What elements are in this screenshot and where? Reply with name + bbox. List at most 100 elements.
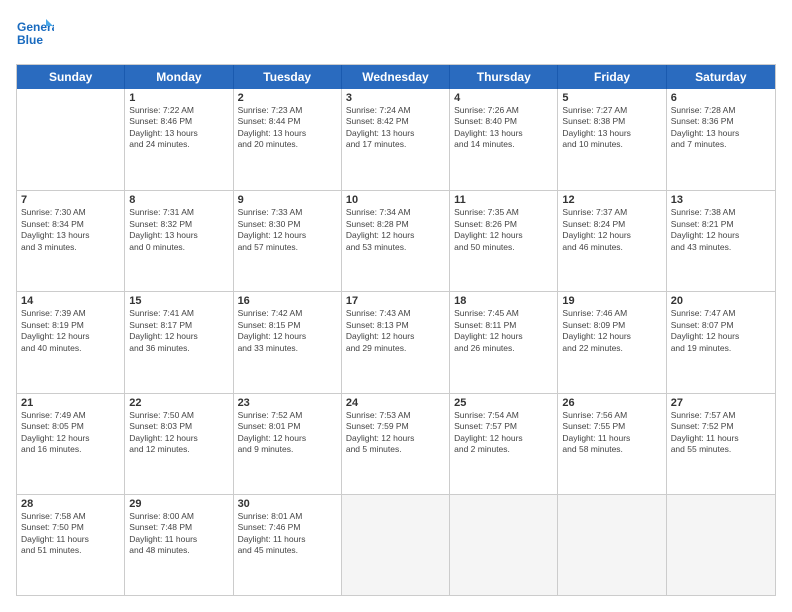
day-number: 23 bbox=[238, 397, 337, 409]
day-number: 30 bbox=[238, 498, 337, 510]
calendar-cell: 21Sunrise: 7:49 AM Sunset: 8:05 PM Dayli… bbox=[17, 394, 125, 494]
day-number: 7 bbox=[21, 194, 120, 206]
header-day-saturday: Saturday bbox=[667, 65, 775, 89]
day-number: 15 bbox=[129, 295, 228, 307]
calendar-cell: 23Sunrise: 7:52 AM Sunset: 8:01 PM Dayli… bbox=[234, 394, 342, 494]
calendar-cell: 20Sunrise: 7:47 AM Sunset: 8:07 PM Dayli… bbox=[667, 292, 775, 392]
svg-text:Blue: Blue bbox=[17, 33, 43, 47]
day-number: 6 bbox=[671, 92, 771, 104]
calendar-cell: 3Sunrise: 7:24 AM Sunset: 8:42 PM Daylig… bbox=[342, 89, 450, 190]
day-number: 13 bbox=[671, 194, 771, 206]
calendar-cell: 15Sunrise: 7:41 AM Sunset: 8:17 PM Dayli… bbox=[125, 292, 233, 392]
day-info: Sunrise: 7:33 AM Sunset: 8:30 PM Dayligh… bbox=[238, 207, 337, 253]
day-info: Sunrise: 7:24 AM Sunset: 8:42 PM Dayligh… bbox=[346, 105, 445, 151]
day-number: 26 bbox=[562, 397, 661, 409]
day-info: Sunrise: 8:01 AM Sunset: 7:46 PM Dayligh… bbox=[238, 511, 337, 557]
day-number: 20 bbox=[671, 295, 771, 307]
calendar-cell: 1Sunrise: 7:22 AM Sunset: 8:46 PM Daylig… bbox=[125, 89, 233, 190]
day-number: 11 bbox=[454, 194, 553, 206]
calendar-row-5: 28Sunrise: 7:58 AM Sunset: 7:50 PM Dayli… bbox=[17, 494, 775, 595]
header: General Blue bbox=[16, 16, 776, 54]
day-info: Sunrise: 7:31 AM Sunset: 8:32 PM Dayligh… bbox=[129, 207, 228, 253]
header-day-friday: Friday bbox=[558, 65, 666, 89]
calendar-cell: 28Sunrise: 7:58 AM Sunset: 7:50 PM Dayli… bbox=[17, 495, 125, 595]
logo-graphic: General Blue bbox=[16, 16, 54, 54]
day-number: 21 bbox=[21, 397, 120, 409]
day-number: 24 bbox=[346, 397, 445, 409]
calendar-cell: 12Sunrise: 7:37 AM Sunset: 8:24 PM Dayli… bbox=[558, 191, 666, 291]
calendar-cell: 2Sunrise: 7:23 AM Sunset: 8:44 PM Daylig… bbox=[234, 89, 342, 190]
page: General Blue SundayMondayTuesdayWednesda… bbox=[0, 0, 792, 612]
day-number: 27 bbox=[671, 397, 771, 409]
day-info: Sunrise: 7:27 AM Sunset: 8:38 PM Dayligh… bbox=[562, 105, 661, 151]
day-info: Sunrise: 7:50 AM Sunset: 8:03 PM Dayligh… bbox=[129, 410, 228, 456]
day-info: Sunrise: 7:30 AM Sunset: 8:34 PM Dayligh… bbox=[21, 207, 120, 253]
calendar-row-2: 7Sunrise: 7:30 AM Sunset: 8:34 PM Daylig… bbox=[17, 190, 775, 291]
calendar-cell: 22Sunrise: 7:50 AM Sunset: 8:03 PM Dayli… bbox=[125, 394, 233, 494]
day-number: 3 bbox=[346, 92, 445, 104]
day-info: Sunrise: 7:26 AM Sunset: 8:40 PM Dayligh… bbox=[454, 105, 553, 151]
day-info: Sunrise: 7:41 AM Sunset: 8:17 PM Dayligh… bbox=[129, 308, 228, 354]
header-day-tuesday: Tuesday bbox=[234, 65, 342, 89]
day-info: Sunrise: 7:53 AM Sunset: 7:59 PM Dayligh… bbox=[346, 410, 445, 456]
day-info: Sunrise: 7:43 AM Sunset: 8:13 PM Dayligh… bbox=[346, 308, 445, 354]
day-info: Sunrise: 7:58 AM Sunset: 7:50 PM Dayligh… bbox=[21, 511, 120, 557]
day-info: Sunrise: 7:35 AM Sunset: 8:26 PM Dayligh… bbox=[454, 207, 553, 253]
calendar-cell: 26Sunrise: 7:56 AM Sunset: 7:55 PM Dayli… bbox=[558, 394, 666, 494]
day-info: Sunrise: 7:22 AM Sunset: 8:46 PM Dayligh… bbox=[129, 105, 228, 151]
day-number: 22 bbox=[129, 397, 228, 409]
calendar-cell: 19Sunrise: 7:46 AM Sunset: 8:09 PM Dayli… bbox=[558, 292, 666, 392]
day-info: Sunrise: 7:45 AM Sunset: 8:11 PM Dayligh… bbox=[454, 308, 553, 354]
header-day-sunday: Sunday bbox=[17, 65, 125, 89]
calendar-cell: 6Sunrise: 7:28 AM Sunset: 8:36 PM Daylig… bbox=[667, 89, 775, 190]
day-info: Sunrise: 7:56 AM Sunset: 7:55 PM Dayligh… bbox=[562, 410, 661, 456]
day-number: 5 bbox=[562, 92, 661, 104]
day-number: 4 bbox=[454, 92, 553, 104]
calendar-cell: 24Sunrise: 7:53 AM Sunset: 7:59 PM Dayli… bbox=[342, 394, 450, 494]
logo: General Blue bbox=[16, 16, 54, 54]
day-info: Sunrise: 7:46 AM Sunset: 8:09 PM Dayligh… bbox=[562, 308, 661, 354]
day-info: Sunrise: 7:38 AM Sunset: 8:21 PM Dayligh… bbox=[671, 207, 771, 253]
day-number: 2 bbox=[238, 92, 337, 104]
day-number: 12 bbox=[562, 194, 661, 206]
calendar-cell: 18Sunrise: 7:45 AM Sunset: 8:11 PM Dayli… bbox=[450, 292, 558, 392]
day-number: 16 bbox=[238, 295, 337, 307]
calendar-row-1: 1Sunrise: 7:22 AM Sunset: 8:46 PM Daylig… bbox=[17, 89, 775, 190]
day-info: Sunrise: 7:39 AM Sunset: 8:19 PM Dayligh… bbox=[21, 308, 120, 354]
day-info: Sunrise: 7:49 AM Sunset: 8:05 PM Dayligh… bbox=[21, 410, 120, 456]
day-number: 10 bbox=[346, 194, 445, 206]
calendar-header: SundayMondayTuesdayWednesdayThursdayFrid… bbox=[17, 65, 775, 89]
calendar-cell bbox=[450, 495, 558, 595]
calendar: SundayMondayTuesdayWednesdayThursdayFrid… bbox=[16, 64, 776, 596]
calendar-cell: 4Sunrise: 7:26 AM Sunset: 8:40 PM Daylig… bbox=[450, 89, 558, 190]
day-number: 9 bbox=[238, 194, 337, 206]
calendar-cell bbox=[17, 89, 125, 190]
day-info: Sunrise: 7:28 AM Sunset: 8:36 PM Dayligh… bbox=[671, 105, 771, 151]
day-number: 17 bbox=[346, 295, 445, 307]
day-info: Sunrise: 7:54 AM Sunset: 7:57 PM Dayligh… bbox=[454, 410, 553, 456]
day-number: 18 bbox=[454, 295, 553, 307]
calendar-cell: 5Sunrise: 7:27 AM Sunset: 8:38 PM Daylig… bbox=[558, 89, 666, 190]
calendar-cell bbox=[342, 495, 450, 595]
calendar-cell: 8Sunrise: 7:31 AM Sunset: 8:32 PM Daylig… bbox=[125, 191, 233, 291]
calendar-cell: 25Sunrise: 7:54 AM Sunset: 7:57 PM Dayli… bbox=[450, 394, 558, 494]
day-number: 19 bbox=[562, 295, 661, 307]
calendar-cell: 17Sunrise: 7:43 AM Sunset: 8:13 PM Dayli… bbox=[342, 292, 450, 392]
day-number: 28 bbox=[21, 498, 120, 510]
day-info: Sunrise: 7:47 AM Sunset: 8:07 PM Dayligh… bbox=[671, 308, 771, 354]
calendar-cell: 11Sunrise: 7:35 AM Sunset: 8:26 PM Dayli… bbox=[450, 191, 558, 291]
day-number: 29 bbox=[129, 498, 228, 510]
calendar-cell bbox=[667, 495, 775, 595]
day-info: Sunrise: 7:42 AM Sunset: 8:15 PM Dayligh… bbox=[238, 308, 337, 354]
day-number: 1 bbox=[129, 92, 228, 104]
day-info: Sunrise: 7:57 AM Sunset: 7:52 PM Dayligh… bbox=[671, 410, 771, 456]
day-number: 14 bbox=[21, 295, 120, 307]
day-info: Sunrise: 7:52 AM Sunset: 8:01 PM Dayligh… bbox=[238, 410, 337, 456]
calendar-cell: 7Sunrise: 7:30 AM Sunset: 8:34 PM Daylig… bbox=[17, 191, 125, 291]
calendar-cell: 13Sunrise: 7:38 AM Sunset: 8:21 PM Dayli… bbox=[667, 191, 775, 291]
calendar-cell: 29Sunrise: 8:00 AM Sunset: 7:48 PM Dayli… bbox=[125, 495, 233, 595]
header-day-wednesday: Wednesday bbox=[342, 65, 450, 89]
calendar-cell: 16Sunrise: 7:42 AM Sunset: 8:15 PM Dayli… bbox=[234, 292, 342, 392]
calendar-row-4: 21Sunrise: 7:49 AM Sunset: 8:05 PM Dayli… bbox=[17, 393, 775, 494]
day-number: 25 bbox=[454, 397, 553, 409]
